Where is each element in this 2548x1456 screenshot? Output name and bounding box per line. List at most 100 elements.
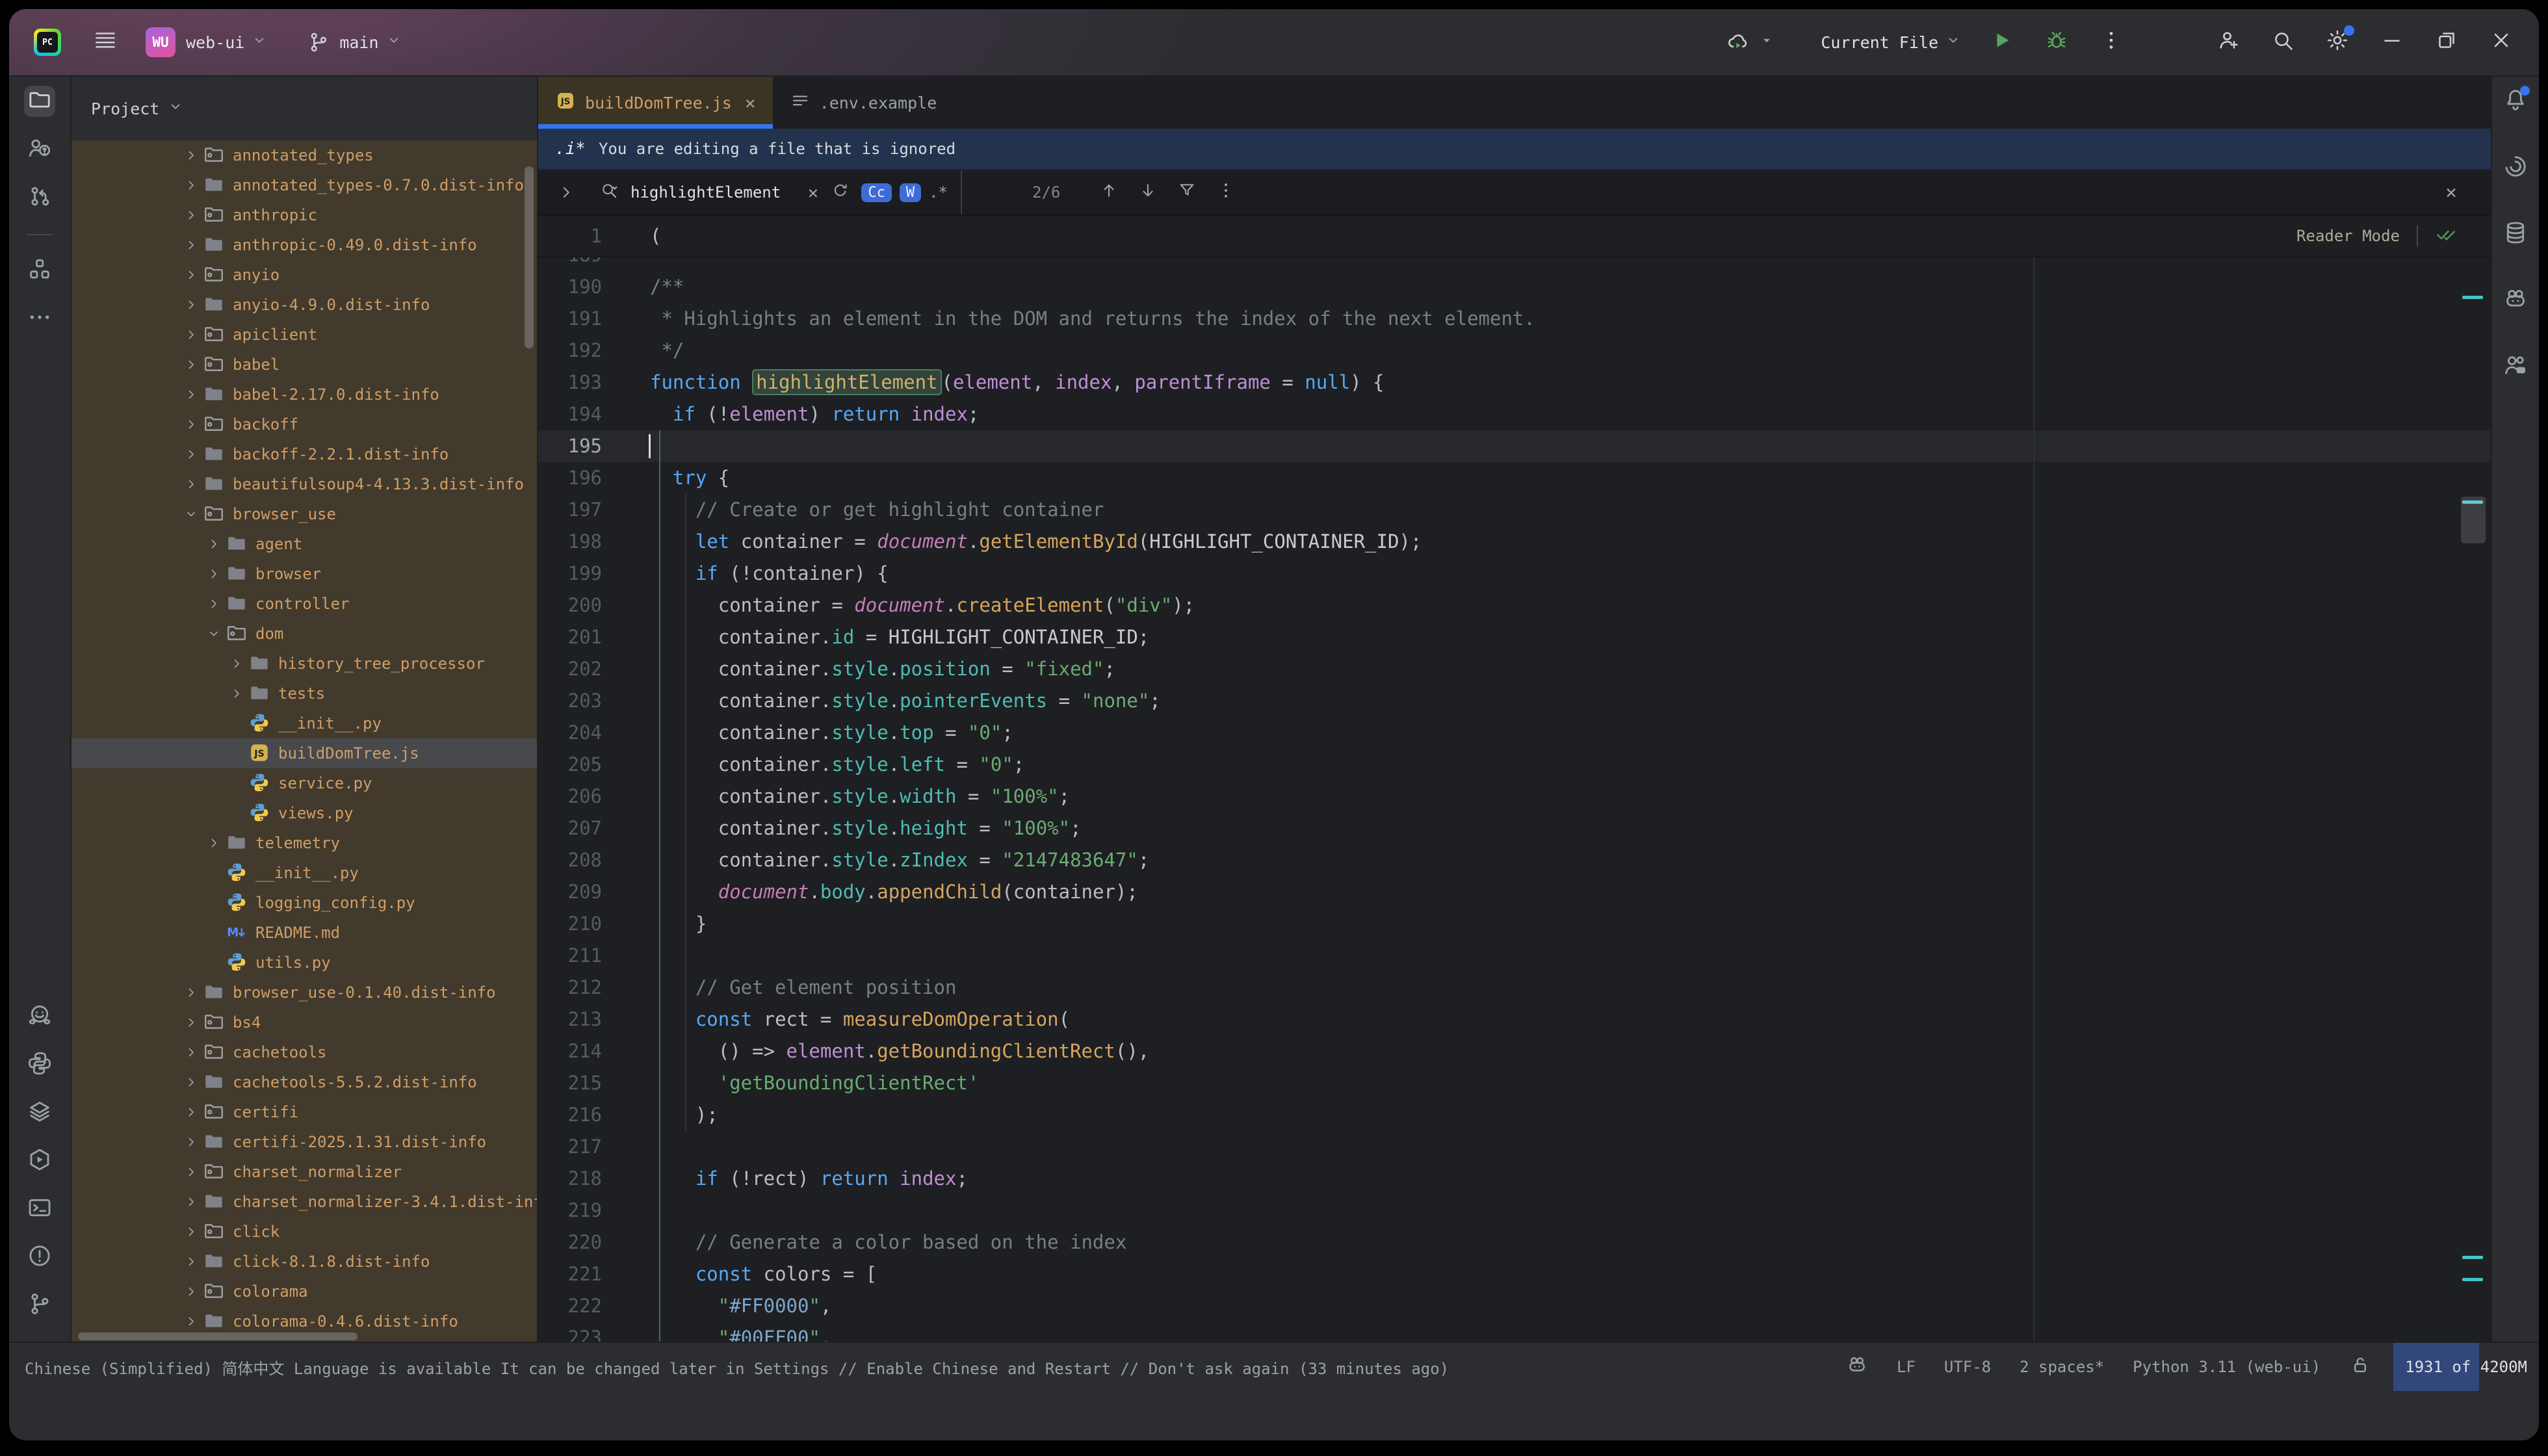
toolbar-structure-button[interactable] [24, 255, 55, 286]
line-number[interactable]: 208 [538, 844, 619, 876]
code-line[interactable]: 223 "#00FF00", [538, 1322, 2491, 1342]
toolbar-ai-assistant-button[interactable] [2500, 152, 2531, 183]
code-line[interactable]: 219 [538, 1195, 2491, 1227]
chevron-right-icon[interactable] [179, 1284, 203, 1299]
code-line[interactable]: 192 */ [538, 335, 2491, 367]
chevron-right-icon[interactable] [179, 1134, 203, 1150]
toolbar-hugging-face-button[interactable] [24, 1001, 55, 1032]
chevron-right-icon[interactable] [179, 1045, 203, 1060]
line-number[interactable]: 210 [538, 908, 619, 940]
cloud-run-button[interactable] [1723, 28, 1775, 57]
chevron-right-icon[interactable] [179, 387, 203, 402]
line-number[interactable]: 202 [538, 653, 619, 685]
more-actions-button[interactable] [2097, 28, 2126, 57]
search-mark[interactable] [2462, 296, 2483, 299]
toolbar-notifications-button[interactable] [2500, 86, 2531, 117]
toolbar-python-packages-button[interactable] [24, 1049, 55, 1080]
chevron-right-icon[interactable] [179, 1194, 203, 1210]
line-number[interactable]: 212 [538, 972, 619, 1004]
line-number[interactable]: 216 [538, 1099, 619, 1131]
lock-open-icon[interactable] [2349, 1354, 2371, 1380]
tree-row[interactable]: beautifulsoup4-4.13.3.dist-info [72, 469, 537, 499]
tree-row[interactable]: telemetry [72, 828, 537, 858]
code-line[interactable]: 189 [538, 257, 2491, 271]
line-number[interactable]: 197 [538, 494, 619, 526]
chevron-right-icon[interactable] [202, 566, 226, 582]
search-field[interactable]: highlightElement × CcW.* [590, 170, 962, 214]
run-button[interactable] [1988, 28, 2016, 57]
toolbar-database-button[interactable] [2500, 218, 2531, 250]
debug-button[interactable] [2042, 28, 2071, 57]
line-number[interactable]: 194 [538, 398, 619, 430]
chevron-right-icon[interactable] [202, 835, 226, 851]
code-line[interactable]: 196 try { [538, 462, 2491, 494]
tree-row[interactable]: annotated_types-0.7.0.dist-info [72, 170, 537, 200]
code-line[interactable]: 198 let container = document.getElementB… [538, 526, 2491, 558]
code-line[interactable]: 199 if (!container) { [538, 558, 2491, 590]
search-everywhere-button[interactable] [2268, 28, 2297, 57]
code-line[interactable]: 202 container.style.position = "fixed"; [538, 653, 2491, 685]
filter-icon[interactable] [1177, 181, 1197, 204]
code-line[interactable]: 214 () => element.getBoundingClientRect(… [538, 1035, 2491, 1067]
tree-row[interactable]: backoff [72, 410, 537, 439]
branch-selector[interactable]: main [304, 28, 402, 57]
chevron-right-icon[interactable] [179, 1015, 203, 1030]
code-line[interactable]: 213 const rect = measureDomOperation( [538, 1004, 2491, 1035]
chevron-right-icon[interactable] [202, 596, 226, 612]
tab-.env.example[interactable]: .env.example [773, 77, 954, 129]
toggle-Cc[interactable]: Cc [861, 183, 892, 202]
run-config-selector[interactable]: Current File [1821, 32, 1962, 53]
tree-row[interactable]: charset_normalizer [72, 1157, 537, 1187]
reader-mode-button[interactable]: Reader Mode [2296, 227, 2400, 245]
expand-replace-icon[interactable] [538, 183, 590, 202]
chevron-right-icon[interactable] [179, 177, 203, 193]
chevron-right-icon[interactable] [225, 656, 248, 671]
code-line[interactable]: 205 container.style.left = "0"; [538, 749, 2491, 781]
tab-buildDomTree.js[interactable]: JSbuildDomTree.js× [538, 77, 773, 129]
toolbar-project-button[interactable] [24, 86, 55, 117]
code-line[interactable]: 204 container.style.top = "0"; [538, 717, 2491, 749]
tree-row[interactable]: click-8.1.8.dist-info [72, 1247, 537, 1277]
toolbar-copilot-button[interactable] [2500, 285, 2531, 316]
code-editor[interactable]: 189190/**191 * Highlights an element in … [538, 257, 2491, 1342]
code-line[interactable]: 221 const colors = [ [538, 1258, 2491, 1290]
line-number[interactable]: 214 [538, 1035, 619, 1067]
status-item-2-spaces-[interactable]: 2 spaces* [2020, 1358, 2104, 1376]
line-number[interactable]: 207 [538, 812, 619, 844]
clear-search-icon[interactable]: × [807, 182, 818, 203]
status-item-python-3-11-web-ui-[interactable]: Python 3.11 (web-ui) [2133, 1358, 2320, 1376]
code-line[interactable]: 203 container.style.pointerEvents = "non… [538, 685, 2491, 717]
tree-row[interactable]: anthropic [72, 200, 537, 230]
line-number[interactable]: 204 [538, 717, 619, 749]
project-panel-header[interactable]: Project [72, 77, 537, 140]
line-number[interactable]: 195 [538, 430, 619, 462]
tree-row[interactable]: bs4 [72, 1008, 537, 1037]
close-button[interactable] [2487, 28, 2516, 57]
tree-row[interactable]: __init__.py [72, 858, 537, 888]
line-number[interactable]: 222 [538, 1290, 619, 1322]
chevron-right-icon[interactable] [179, 207, 203, 223]
search-mark[interactable] [2462, 1256, 2483, 1259]
code-line[interactable]: 211 [538, 940, 2491, 972]
toolbar-code-with-me-button[interactable] [2500, 351, 2531, 382]
chevron-right-icon[interactable] [179, 1224, 203, 1240]
line-number[interactable]: 218 [538, 1163, 619, 1195]
toolbar-commit-button[interactable] [24, 182, 55, 213]
chevron-right-icon[interactable] [179, 327, 203, 343]
line-number[interactable]: 219 [538, 1195, 619, 1227]
line-number[interactable]: 199 [538, 558, 619, 590]
line-number[interactable]: 205 [538, 749, 619, 781]
code-line[interactable]: 217 [538, 1131, 2491, 1163]
tree-row[interactable]: JSbuildDomTree.js [72, 738, 537, 768]
tree-row[interactable]: certifi-2025.1.31.dist-info [72, 1127, 537, 1157]
line-number[interactable]: 201 [538, 621, 619, 653]
previous-match-icon[interactable] [1099, 181, 1119, 204]
status-item-lf[interactable]: LF [1897, 1358, 1916, 1376]
chevron-right-icon[interactable] [202, 536, 226, 552]
close-find-icon[interactable]: × [2445, 181, 2457, 204]
toolbar-more-tools-button[interactable] [24, 303, 55, 334]
tree-row[interactable]: cachetools [72, 1037, 537, 1067]
code-line[interactable]: 200 container = document.createElement("… [538, 590, 2491, 621]
tree-row[interactable]: charset_normalizer-3.4.1.dist-info [72, 1187, 537, 1217]
line-number[interactable]: 223 [538, 1322, 619, 1342]
